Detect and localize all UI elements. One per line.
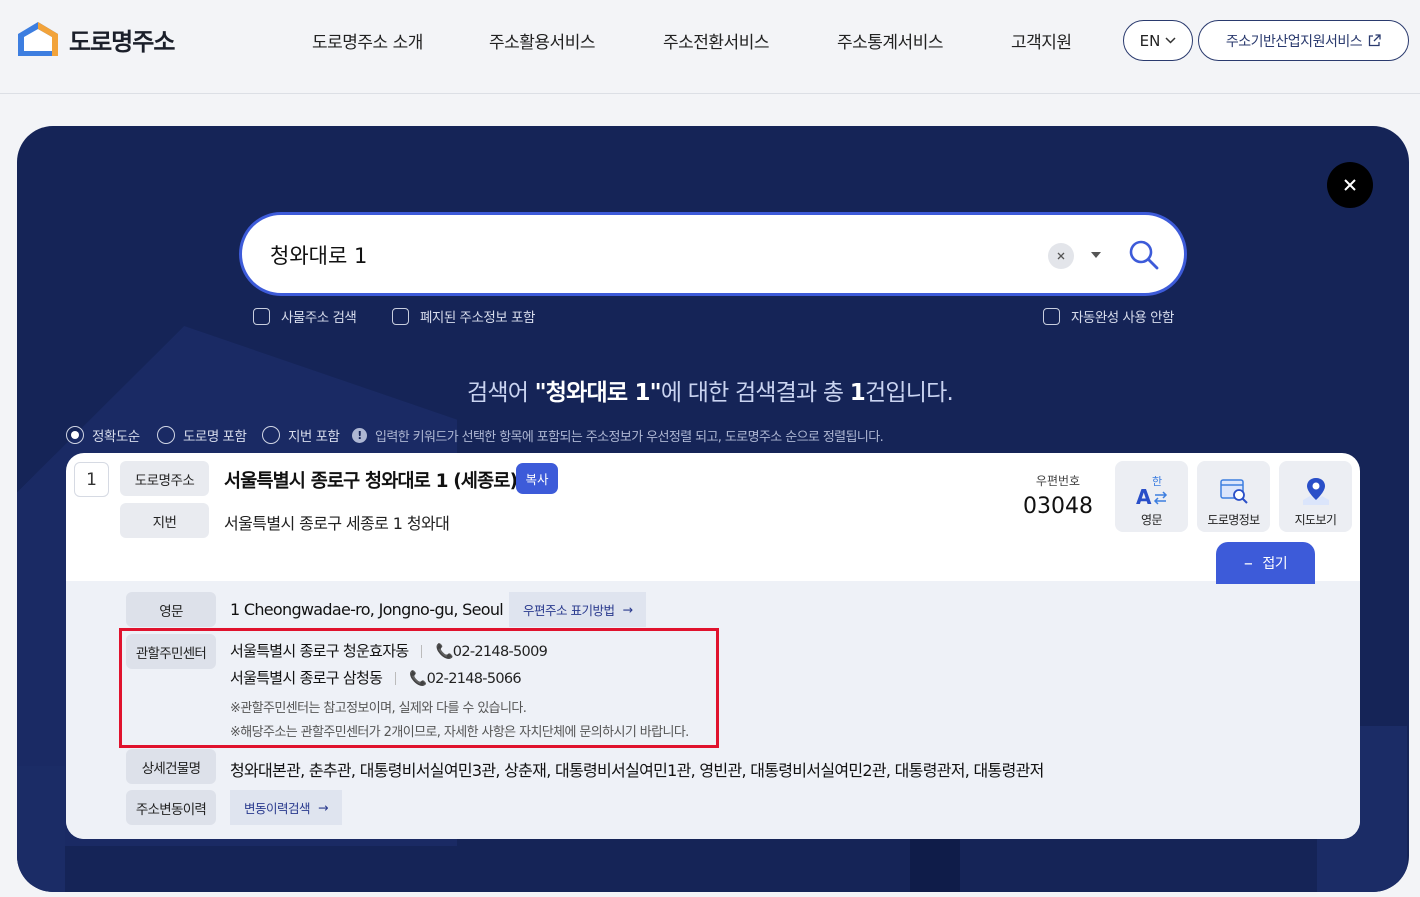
radio-dot[interactable] [157,426,175,444]
business-support-label: 주소기반산업지원서비스 [1225,33,1363,50]
chevron-down-icon [1165,37,1176,44]
english-tag: 영문 [126,592,216,627]
summary-keyword: "청와대로 1" [534,380,662,406]
sort-notice-text: 입력한 키워드가 선택한 항목에 포함되는 주소정보가 우선정렬 되고, 도로명… [375,430,884,445]
clear-icon [1057,252,1065,260]
english-address-button[interactable]: 한 A 영문 [1115,461,1188,532]
jibun-address: 서울특별시 종로구 세종로 1 청와대 [224,514,450,533]
search-history-dropdown[interactable] [1089,249,1103,261]
language-button[interactable]: EN [1123,20,1193,61]
external-link-icon [1368,34,1381,47]
business-support-button[interactable]: 주소기반산업지원서비스 [1198,20,1409,61]
history-search-label: 변동이력검색 [244,801,311,816]
history-tag: 주소변동이력 [126,790,216,825]
highlight-box [119,628,719,748]
triangle-down-icon [1091,252,1101,258]
road-address-tag: 도로명주소 [120,461,209,496]
map-view-button[interactable]: 지도보기 [1279,461,1352,532]
checkbox-box[interactable] [253,307,270,325]
search-button[interactable] [1124,235,1164,275]
sort-notice: ! 입력한 키워드가 선택한 항목에 포함되는 주소정보가 우선정렬 되고, 도… [352,426,884,445]
svg-text:한: 한 [1152,475,1162,488]
close-icon [1344,179,1356,191]
summary-middle: 에 대한 검색결과 총 [660,380,850,406]
zip-code: 03048 [1023,494,1093,519]
svg-text:A: A [1136,485,1152,508]
english-address: 1 Cheongwadae-ro, Jongno-gu, Seoul [230,600,504,619]
search-box [239,212,1187,296]
result-summary: 검색어 "청와대로 1"에 대한 검색결과 총 1건입니다. [0,373,1420,407]
background-decoration [17,766,65,892]
checkbox-box[interactable] [1043,307,1060,325]
radio-dot[interactable] [66,426,84,444]
checkbox-label: 사물주소 검색 [281,310,357,326]
copy-button[interactable]: 복사 [516,463,558,494]
house-logo-icon [16,20,60,58]
map-pin-icon [1279,473,1352,509]
abolished-address-checkbox[interactable]: 폐지된 주소정보 포함 [392,306,535,326]
close-button[interactable] [1327,162,1373,208]
summary-suffix: 건입니다. [865,380,954,406]
road-address: 서울특별시 종로구 청와대로 1 (세종로) [224,471,518,492]
fold-button[interactable]: – 접기 [1216,542,1315,584]
radio-label: 정확도순 [92,429,140,445]
nav-item-support[interactable]: 고객지원 [1011,28,1072,53]
site-header: 도로명주소 도로명주소 소개 주소활용서비스 주소전환서비스 주소통계서비스 고… [0,0,1420,94]
road-info-icon [1197,473,1270,509]
result-index: 1 [74,462,109,497]
site-logo[interactable]: 도로명주소 [16,20,175,58]
minus-icon: – [1243,552,1253,574]
summary-count: 1 [849,380,866,406]
sort-jibun-radio[interactable]: 지번 포함 [262,425,340,445]
history-search-link[interactable]: 변동이력검색 → [230,790,342,825]
radio-dot[interactable] [262,426,280,444]
thing-address-checkbox[interactable]: 사물주소 검색 [253,306,357,326]
checkbox-label: 자동완성 사용 안함 [1071,310,1174,326]
road-info-action-label: 도로명정보 [1207,513,1260,527]
summary-prefix: 검색어 [467,380,535,406]
nav-item-usage[interactable]: 주소활용서비스 [489,28,595,53]
checkbox-box[interactable] [392,307,409,325]
sort-road-radio[interactable]: 도로명 포함 [157,425,247,445]
checkbox-label: 폐지된 주소정보 포함 [420,310,535,326]
disable-autocomplete-checkbox[interactable]: 자동완성 사용 안함 [1043,306,1174,326]
nav-item-conversion[interactable]: 주소전환서비스 [663,28,769,53]
translate-icon: 한 A [1115,473,1188,509]
info-icon: ! [352,428,367,443]
sort-accuracy-radio[interactable]: 정확도순 [66,425,140,445]
building-names: 청와대본관, 춘추관, 대통령비서실여민3관, 상춘재, 대통령비서실여민1관,… [230,761,1044,780]
postal-format-link[interactable]: 우편주소 표기방법 → [509,592,647,627]
language-label: EN [1139,31,1161,50]
english-action-label: 영문 [1141,513,1162,527]
fold-label: 접기 [1262,556,1288,572]
logo-text: 도로명주소 [69,27,175,56]
arrow-right-icon: → [622,602,633,617]
radio-label: 지번 포함 [288,429,340,445]
building-tag: 상세건물명 [126,749,216,784]
nav-item-statistics[interactable]: 주소통계서비스 [837,28,943,53]
clear-search-button[interactable] [1048,243,1074,269]
road-info-button[interactable]: 도로명정보 [1197,461,1270,532]
map-view-action-label: 지도보기 [1294,513,1337,527]
radio-label: 도로명 포함 [183,429,247,445]
jibun-tag: 지번 [120,503,209,538]
search-icon [1129,240,1159,270]
zip-label: 우편번호 [1035,474,1081,488]
postal-format-label: 우편주소 표기방법 [523,603,615,618]
search-input[interactable] [270,237,1010,273]
arrow-right-icon: → [318,800,328,815]
nav-item-intro[interactable]: 도로명주소 소개 [312,28,423,53]
